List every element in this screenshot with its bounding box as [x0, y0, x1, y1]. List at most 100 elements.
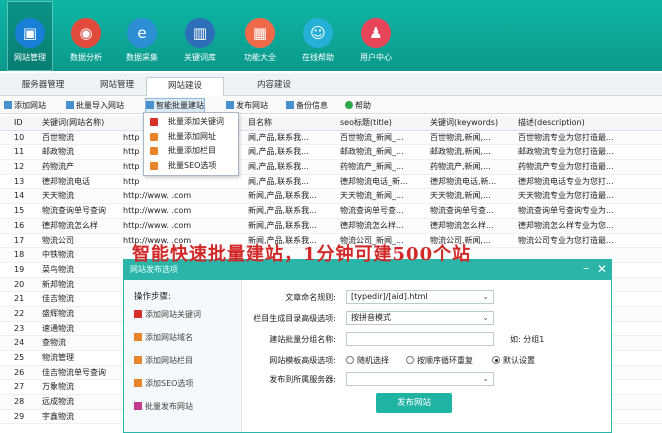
radio-circle [346, 356, 354, 364]
cell-kws: 物流查询单号查... [430, 206, 494, 216]
column-dir-value: 按拼音模式 [351, 313, 391, 322]
cell-kw: 天天物流 [42, 191, 74, 201]
minimize-icon[interactable]: – [583, 261, 589, 275]
table-row[interactable]: 14 天天物流 http://www. .com 新闻,产品,联系我... 天天物流_新… [0, 189, 662, 205]
step-icon [134, 333, 142, 341]
table-header: ID 关键词(网站名称) 目名称 seo标题(title) 关键词(keywor… [0, 116, 662, 131]
menu-item-batch-urls[interactable]: 批量添加网址 [144, 130, 238, 145]
cell-col: 闻,产品,联系我... [248, 132, 309, 142]
naming-rule-select[interactable]: [typedir]/[aid].html ⌄ [346, 290, 494, 304]
tab-site-management[interactable]: 网站管理 [92, 77, 142, 96]
nav-data-collection[interactable]: e 数据采集 [120, 2, 164, 70]
table-row[interactable]: 16 德邦物流怎么样 http://www. .com 新闻,产品,联系我... 德邦物… [0, 218, 662, 234]
cell-id: 20 [14, 279, 25, 289]
radio-default[interactable]: 默认设置 [492, 355, 535, 366]
close-icon[interactable]: ✕ [597, 262, 607, 276]
cell-col: 新闻,产品,联系我... [248, 206, 317, 216]
menu-label: 批量添加关键词 [168, 117, 224, 126]
tab-site-building[interactable]: 网站建设 [146, 77, 224, 96]
nav-label: 关键词库 [184, 53, 216, 62]
tab-content-building[interactable]: 内容建设 [248, 77, 300, 96]
table-row[interactable]: 11 邮政物流 http 闻,产品,联系我... 邮政物流_新闻_... 邮政物流,新闻,… [0, 145, 662, 161]
header-keyword[interactable]: 关键词(网站名称) [42, 116, 122, 131]
help-button[interactable]: 帮助 [345, 99, 371, 113]
group-name-input[interactable] [346, 332, 494, 346]
cell-desc: 药物流产专业为您打造最... [518, 162, 614, 172]
table-row[interactable]: 12 药物流产 http 闻,产品,联系我... 药物流产_新闻_... 药物流产,新闻,… [0, 160, 662, 175]
nav-online-help[interactable]: ☺ 在线帮助 [296, 2, 340, 70]
cell-seo: 物流查询单号查... [340, 206, 404, 216]
table-row[interactable]: 15 物流查询单号查询 http://www. .com 新闻,产品,联系我... 物流… [0, 204, 662, 219]
step-icon [134, 310, 142, 318]
step-add-seo[interactable]: 添加SEO选项 [134, 378, 193, 389]
keyword-icon [150, 118, 158, 126]
publish-button[interactable]: 发布网站 [376, 393, 452, 413]
server-label: 发布到所属服务器: [269, 375, 336, 384]
naming-rule-value: [typedir]/[aid].html [351, 292, 428, 301]
radio-random[interactable]: 随机选择 [346, 355, 389, 366]
header-id[interactable]: ID [14, 116, 40, 131]
help-label: 帮助 [355, 101, 371, 110]
radio-label: 随机选择 [357, 356, 389, 365]
table-row[interactable]: 10 百世物流 http 闻,产品,联系我... 百世物流_新闻_... 百世物流,新闻,… [0, 130, 662, 146]
nav-label: 在线帮助 [302, 53, 334, 62]
step-add-domains[interactable]: 添加网站域名 [134, 332, 193, 343]
smart-batch-button[interactable]: 智能批量建站 [145, 98, 205, 114]
column-dir-select[interactable]: 按拼音模式 ⌄ [346, 311, 494, 325]
column-icon [150, 147, 158, 155]
menu-item-batch-keywords[interactable]: 批量添加关键词 [144, 115, 238, 130]
step-batch-publish[interactable]: 批量发布网站 [134, 401, 193, 412]
header-seo-title[interactable]: seo标题(title) [340, 116, 428, 131]
cell-col: 新闻,产品,联系我... [248, 220, 317, 230]
publish-site-button[interactable]: 发布网站 [226, 99, 268, 113]
menu-label: 批量添加栏目 [168, 146, 216, 155]
cell-desc: 天天物流专业为您打造最... [518, 191, 614, 201]
cell-kw: 中铁物流 [42, 250, 74, 260]
cell-kw: 物流查询单号查询 [42, 206, 106, 216]
nav-keyword-library[interactable]: ▥ 关键词库 [178, 2, 222, 70]
publish-options-dialog: 网站发布选项 – ✕ 操作步骤: 添加网站关键词 添加网站域名 添加网站栏目 添… [123, 259, 612, 433]
cell-kw: 新邦物流 [42, 279, 74, 289]
cell-kw: 德邦物流怎么样 [42, 220, 98, 230]
nav-data-analysis[interactable]: ◉ 数据分析 [64, 2, 108, 70]
cell-kw: 百世物流 [42, 132, 74, 142]
menu-item-batch-seo[interactable]: 批量SEO选项 [144, 159, 238, 174]
cell-id: 13 [14, 176, 25, 186]
step-label: 添加SEO选项 [145, 379, 194, 388]
step-label: 添加网站域名 [145, 333, 193, 342]
step-add-columns[interactable]: 添加网站栏目 [134, 355, 193, 366]
table-row[interactable]: 13 德邦物流电话 http 闻,产品,联系我... 德邦物流电话_新... 德邦物流电话… [0, 175, 662, 190]
nav-label: 网站管理 [14, 53, 46, 62]
add-site-button[interactable]: 添加网站 [4, 99, 46, 113]
cell-col: 新闻,产品,联系我... [248, 191, 317, 201]
backup-button[interactable]: 备份信息 [286, 99, 328, 113]
naming-rule-label: 文章命名规则: [285, 293, 336, 302]
cell-col: 闻,产品,联系我... [248, 147, 309, 157]
radio-sequential[interactable]: 按顺序循环重复 [406, 355, 473, 366]
cell-kw: 查物流 [42, 338, 66, 348]
edge-icon: e [127, 18, 157, 48]
step-label: 添加网站关键词 [145, 310, 201, 319]
nav-user-center[interactable]: ♟ 用户中心 [354, 2, 398, 70]
cell-kws: 德邦物流怎么样... [430, 220, 494, 230]
step-add-keywords[interactable]: 添加网站关键词 [134, 309, 201, 320]
nav-functions[interactable]: ▦ 功能大全 [238, 2, 282, 70]
database-icon: ◉ [71, 18, 101, 48]
cell-id: 16 [14, 220, 25, 230]
menu-item-batch-columns[interactable]: 批量添加栏目 [144, 144, 238, 159]
cell-id: 22 [14, 308, 25, 318]
cell-id: 25 [14, 353, 25, 362]
column-dir-label: 栏目生成目录高级选项: [253, 314, 336, 323]
url-icon [150, 132, 158, 141]
cell-kw: 宇鑫物流 [42, 411, 74, 421]
header-description[interactable]: 描述(description) [518, 116, 618, 131]
batch-import-button[interactable]: 批量导入网站 [66, 99, 124, 113]
book-icon: ▥ [185, 18, 215, 48]
header-column[interactable]: 目名称 [248, 116, 336, 131]
header-keywords[interactable]: 关键词(keywords) [430, 116, 516, 131]
table-icon [286, 101, 294, 109]
cell-id: 21 [14, 294, 25, 304]
server-select[interactable]: ⌄ [346, 372, 494, 386]
tab-server-management[interactable]: 服务器管理 [14, 77, 72, 96]
nav-site-management[interactable]: ▣ 网站管理 [7, 1, 53, 71]
